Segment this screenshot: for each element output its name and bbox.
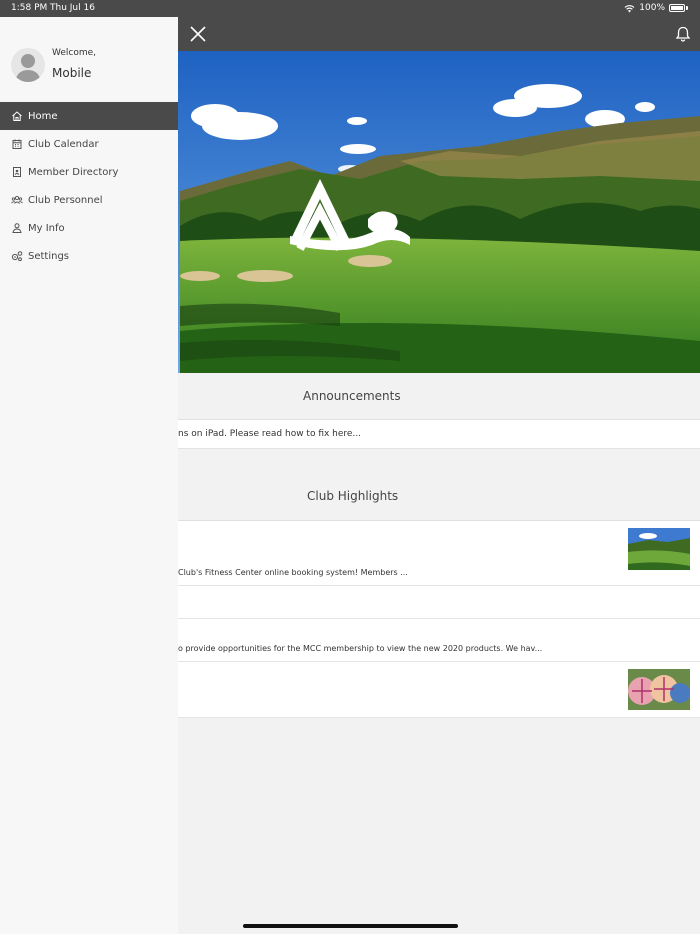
menu-item-label: Home [28,110,58,122]
menu-item-club-personnel[interactable]: Club Personnel [0,186,178,214]
settings-icon [11,250,23,262]
menu-item-label: Member Directory [28,166,119,178]
highlight-thumbnail [628,528,690,570]
announcements-title: Announcements [303,389,401,403]
status-right: 100% [624,3,688,13]
menu-item-label: Club Calendar [28,138,99,150]
menu-item-label: My Info [28,222,65,234]
directory-icon [11,166,23,178]
close-icon[interactable] [188,24,208,44]
status-time: 1:58 PM [11,3,48,13]
drawer-menu: Home Club Calendar Member Directory Club… [0,102,178,270]
battery-icon [669,4,685,12]
menu-item-home[interactable]: Home [0,102,178,130]
menu-item-settings[interactable]: Settings [0,242,178,270]
username: Mobile [52,66,92,80]
people-icon [11,194,23,206]
wifi-icon [624,4,635,12]
menu-item-label: Club Personnel [28,194,103,206]
menu-item-my-info[interactable]: My Info [0,214,178,242]
highlights-title: Club Highlights [307,489,399,503]
calendar-icon [11,138,23,150]
highlight-text: Club's Fitness Center online booking sys… [178,568,408,577]
announcement-text: ns on iPad. Please read how to fix here.… [178,429,362,439]
menu-item-label: Settings [28,250,70,262]
status-date: Thu Jul 16 [50,3,95,13]
avatar[interactable] [11,48,45,82]
welcome-label: Welcome, [52,48,97,58]
battery-percent: 100% [639,3,665,13]
bell-icon[interactable] [674,25,692,43]
avatar-icon [15,54,41,82]
menu-item-member-directory[interactable]: Member Directory [0,158,178,186]
user-icon [11,222,23,234]
navigation-drawer: Welcome, Mobile Home Club Calendar Membe… [0,17,178,934]
highlight-thumbnail [628,669,690,710]
home-indicator[interactable] [243,924,458,928]
menu-item-club-calendar[interactable]: Club Calendar [0,130,178,158]
home-icon [11,110,23,122]
status-bar: 1:58 PM Thu Jul 16 100% [0,0,700,17]
highlight-text: o provide opportunities for the MCC memb… [178,644,543,653]
